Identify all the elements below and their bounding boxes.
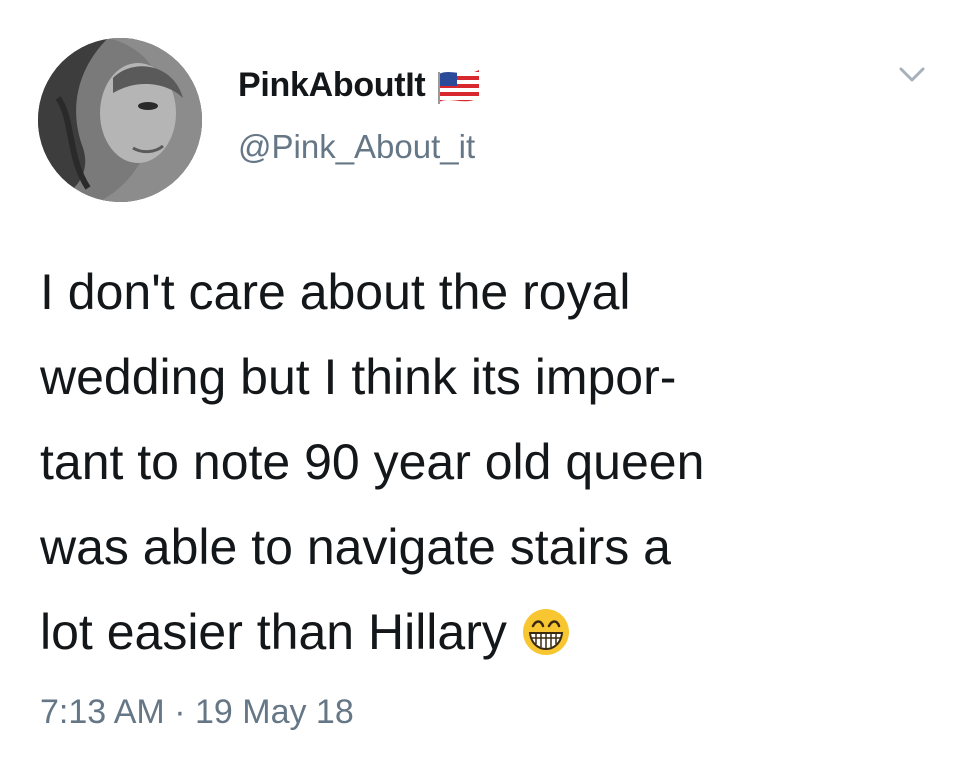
tweet-line-text: lot easier than Hillary	[40, 604, 507, 660]
grinning-face-icon	[522, 609, 569, 655]
timestamp-date: 19 May 18	[194, 693, 354, 731]
timestamp-separator: ·	[174, 693, 186, 731]
tweet-line-last: lot easier than Hillary	[40, 590, 940, 675]
author-handle[interactable]: @Pink_About_it	[238, 128, 475, 166]
avatar-image	[38, 38, 202, 202]
chevron-down-icon[interactable]	[897, 64, 927, 86]
us-flag-icon	[438, 70, 480, 104]
avatar[interactable]	[38, 38, 202, 202]
timestamp-time: 7:13 AM	[40, 693, 165, 731]
tweet-line: I don't care about the royal	[40, 264, 631, 320]
tweet-text: I don't care about the royal wedding but…	[40, 250, 940, 675]
author-display-name[interactable]: PinkAboutIt	[238, 66, 426, 105]
tweet-timestamp[interactable]: 7:13 AM · 19 May 18	[40, 693, 354, 732]
tweet-line: tant to note 90 year old queen	[40, 434, 705, 490]
author-name-row: PinkAboutIt	[238, 60, 483, 110]
tweet-card: PinkAboutIt @Pink_About_it I don't care …	[0, 0, 960, 772]
tweet-line: wedding but I think its impor-	[40, 349, 677, 405]
tweet-line: was able to navigate stairs a	[40, 519, 671, 575]
